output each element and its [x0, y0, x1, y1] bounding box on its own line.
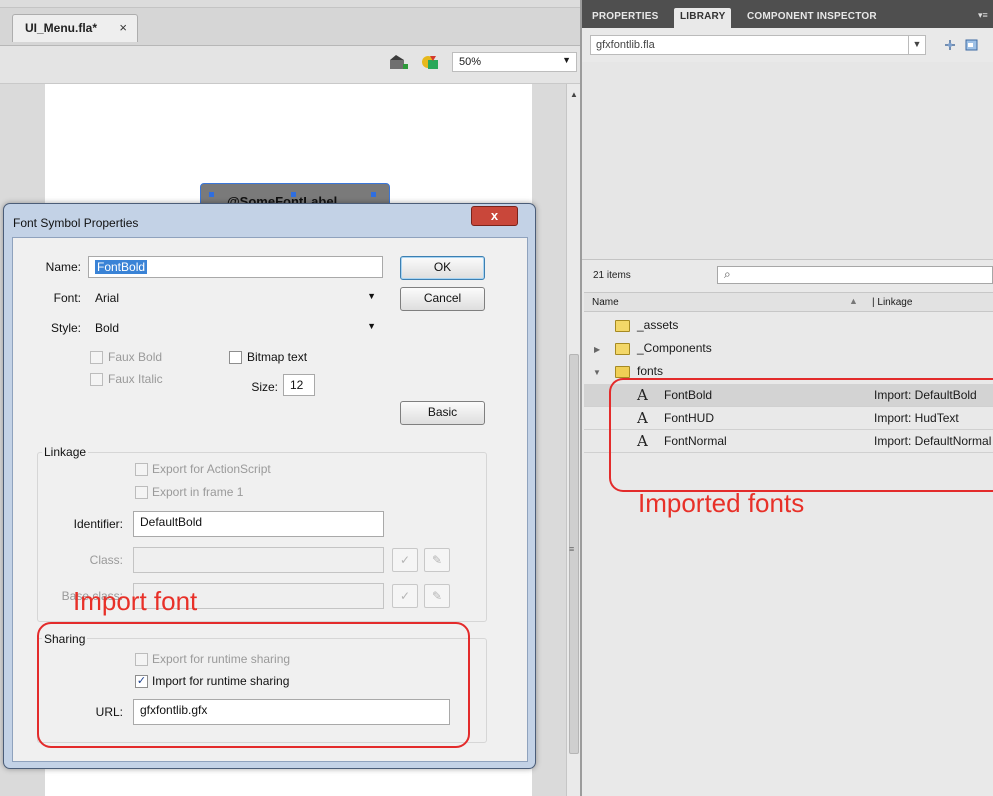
identifier-label: Identifier:	[73, 517, 123, 531]
items-count: 21 items	[593, 270, 631, 281]
list-item-label: _Components	[637, 341, 712, 355]
bitmap-text-checkbox[interactable]	[229, 351, 242, 364]
style-value: Bold	[95, 321, 120, 335]
top-strip	[0, 0, 580, 8]
faux-bold-label: Faux Bold	[108, 350, 163, 364]
cancel-button[interactable]: Cancel	[400, 287, 485, 311]
zoom-value: 50%	[459, 56, 482, 68]
export-actionscript-checkbox[interactable]	[135, 463, 148, 476]
identifier-value: DefaultBold	[140, 515, 203, 529]
list-item-label: fonts	[637, 364, 664, 378]
dialog-title: Font Symbol Properties	[13, 216, 139, 230]
search-icon: ⌕	[724, 267, 731, 281]
selection-handle[interactable]	[209, 192, 214, 197]
open-folder-icon	[615, 366, 630, 378]
column-linkage[interactable]: | Linkage	[872, 297, 912, 308]
expand-arrow-icon[interactable]: ▶	[594, 345, 600, 354]
imported-fonts-annotation: Imported fonts	[638, 488, 805, 518]
panel-menu-icon[interactable]: ▾≡	[978, 10, 988, 21]
sharing-highlight	[37, 622, 470, 748]
library-file-value: gfxfontlib.fla	[596, 39, 655, 51]
list-item-label: _assets	[637, 318, 679, 332]
size-field[interactable]: 12	[283, 374, 315, 396]
export-actionscript-label: Export for ActionScript	[152, 462, 271, 476]
library-file-select[interactable]: gfxfontlib.fla ▼	[590, 35, 926, 55]
font-label: Font:	[53, 291, 81, 305]
class-field[interactable]	[133, 547, 384, 573]
chevron-down-icon: ▼	[562, 55, 571, 65]
linkage-group-label: Linkage	[42, 445, 89, 459]
pin-library-icon[interactable]	[942, 38, 958, 52]
check-icon[interactable]: ✓	[392, 584, 418, 608]
export-frame1-label: Export in frame 1	[152, 485, 244, 499]
import-font-annotation: Import font	[73, 586, 198, 616]
library-preview	[582, 62, 993, 260]
stage-scrollbar[interactable]: ▲ ≡	[566, 84, 580, 796]
tab-library[interactable]: LIBRARY	[674, 8, 732, 28]
export-frame1-checkbox[interactable]	[135, 486, 148, 499]
sort-arrow-icon[interactable]: ▲	[849, 296, 858, 306]
scrollbar-thumb[interactable]	[569, 354, 579, 754]
faux-italic-label: Faux Italic	[108, 372, 163, 386]
font-value: Arial	[95, 291, 120, 305]
chevron-down-icon: ▼	[908, 36, 925, 54]
name-label: Name:	[45, 260, 81, 274]
document-tab-label: UI_Menu.fla*	[25, 21, 98, 35]
tab-component-inspector[interactable]: COMPONENT INSPECTOR	[741, 8, 883, 28]
folder-icon	[615, 343, 630, 355]
faux-italic-checkbox[interactable]	[90, 373, 103, 386]
collapse-arrow-icon[interactable]: ▼	[593, 368, 601, 377]
tab-close-icon[interactable]: ×	[119, 20, 127, 35]
zoom-select[interactable]: 50% ▼	[452, 52, 577, 72]
imported-fonts-highlight	[609, 378, 993, 492]
size-label: Size:	[251, 380, 278, 394]
font-select[interactable]: Arial ▼	[88, 287, 383, 309]
grip-icon: ≡	[569, 544, 575, 554]
identifier-field[interactable]: DefaultBold	[133, 511, 384, 537]
edit-symbols-icon[interactable]	[420, 52, 442, 72]
scroll-up-icon[interactable]: ▲	[570, 90, 578, 99]
pencil-icon[interactable]: ✎	[424, 584, 450, 608]
library-column-header	[584, 292, 993, 312]
style-label: Style:	[50, 321, 81, 335]
class-label: Class:	[89, 553, 123, 567]
ok-button[interactable]: OK	[400, 256, 485, 280]
tab-properties[interactable]: PROPERTIES	[586, 8, 664, 28]
pencil-icon[interactable]: ✎	[424, 548, 450, 572]
name-value: FontBold	[95, 260, 148, 274]
size-value: 12	[290, 378, 304, 392]
document-tab[interactable]: UI_Menu.fla* ×	[12, 14, 138, 42]
close-button[interactable]: x	[471, 206, 518, 226]
selection-handle[interactable]	[291, 192, 296, 197]
column-linkage-label: Linkage	[877, 297, 913, 308]
library-search-input[interactable]: ⌕	[717, 266, 993, 284]
basic-button[interactable]: Basic	[400, 401, 485, 425]
column-name[interactable]: Name	[592, 297, 619, 308]
chevron-down-icon: ▼	[367, 321, 376, 331]
name-field[interactable]: FontBold	[88, 256, 383, 278]
edit-scene-icon[interactable]	[388, 52, 410, 72]
bitmap-text-label: Bitmap text	[247, 350, 308, 364]
style-select[interactable]: Bold ▼	[88, 317, 383, 339]
check-icon[interactable]: ✓	[392, 548, 418, 572]
new-library-panel-icon[interactable]	[964, 38, 980, 52]
faux-bold-checkbox[interactable]	[90, 351, 103, 364]
chevron-down-icon: ▼	[367, 291, 376, 301]
folder-icon	[615, 320, 630, 332]
selection-handle[interactable]	[371, 192, 376, 197]
